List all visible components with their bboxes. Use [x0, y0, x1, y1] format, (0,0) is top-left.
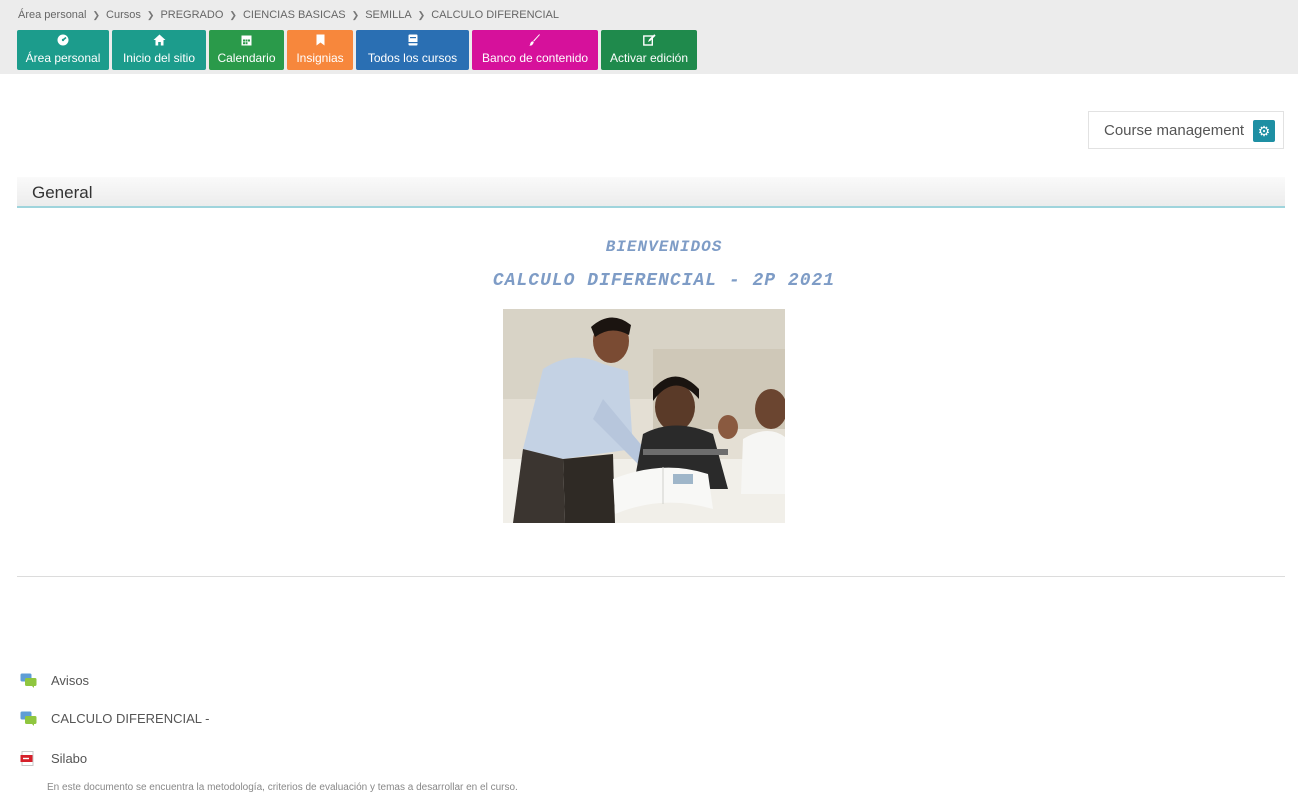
- calendario-button[interactable]: Calendario: [209, 30, 284, 70]
- chevron-right-icon: ❯: [92, 9, 101, 20]
- calendar-icon: [241, 34, 252, 50]
- activity-label: Silabo: [51, 751, 88, 766]
- chevron-right-icon: ❯: [229, 9, 237, 20]
- section-header-general: General: [17, 177, 1285, 208]
- bookmark-icon: [316, 34, 325, 50]
- quick-nav-buttons: Área personal Inicio del sitio Calendari…: [17, 30, 697, 70]
- breadcrumb: Área personal ❯ Cursos ❯ PREGRADO ❯ CIEN…: [18, 9, 559, 21]
- dashboard-icon: [57, 34, 69, 50]
- activity-label: Avisos: [51, 673, 90, 688]
- banco-de-contenido-button[interactable]: Banco de contenido: [472, 30, 598, 70]
- activity-avisos[interactable]: Avisos: [20, 673, 89, 688]
- top-navigation-bar: Área personal ❯ Cursos ❯ PREGRADO ❯ CIEN…: [0, 0, 1298, 74]
- breadcrumb-item-cursos[interactable]: Cursos: [106, 9, 141, 21]
- course-banner-image: [503, 309, 785, 523]
- activity-silabo[interactable]: Silabo: [20, 751, 87, 766]
- chevron-right-icon: ❯: [146, 9, 155, 20]
- activity-label: CALCULO DIFERENCIAL -: [51, 711, 210, 726]
- edit-icon: [642, 34, 656, 50]
- book-icon: [408, 34, 418, 50]
- course-management-button[interactable]: Course management ⚙: [1088, 111, 1284, 149]
- section-divider: [17, 576, 1285, 577]
- chevron-right-icon: ❯: [351, 9, 360, 20]
- brush-icon: [529, 34, 541, 50]
- todos-los-cursos-button[interactable]: Todos los cursos: [356, 30, 469, 70]
- insignias-button[interactable]: Insignias: [287, 30, 353, 70]
- breadcrumb-item-area-personal[interactable]: Área personal: [18, 9, 87, 21]
- chevron-right-icon: ❯: [417, 9, 426, 20]
- breadcrumb-item-semilla[interactable]: SEMILLA: [365, 9, 411, 21]
- breadcrumb-item-ciencias-basicas[interactable]: CIENCIAS BASICAS: [243, 9, 346, 21]
- course-management-label: Course management: [1104, 122, 1245, 139]
- forum-icon: [20, 673, 37, 688]
- breadcrumb-item-calculo-diferencial[interactable]: CALCULO DIFERENCIAL: [431, 9, 559, 21]
- activar-edicion-button[interactable]: Activar edición: [601, 30, 697, 70]
- welcome-heading: BIENVENIDOS: [605, 238, 723, 256]
- forum-icon: [20, 711, 37, 726]
- home-icon: [153, 34, 166, 50]
- inicio-del-sitio-button[interactable]: Inicio del sitio: [112, 30, 206, 70]
- breadcrumb-item-pregrado[interactable]: PREGRADO: [160, 9, 223, 21]
- activity-calculo-diferencial-forum[interactable]: CALCULO DIFERENCIAL -: [20, 711, 209, 726]
- silabo-description: En este documento se encuentra la metodo…: [47, 782, 518, 793]
- gear-icon[interactable]: ⚙: [1253, 120, 1275, 142]
- pdf-icon: [20, 751, 37, 766]
- course-title-heading: CALCULO DIFERENCIAL - 2P 2021: [492, 271, 836, 291]
- section-title: General: [32, 183, 93, 202]
- area-personal-button[interactable]: Área personal: [17, 30, 109, 70]
